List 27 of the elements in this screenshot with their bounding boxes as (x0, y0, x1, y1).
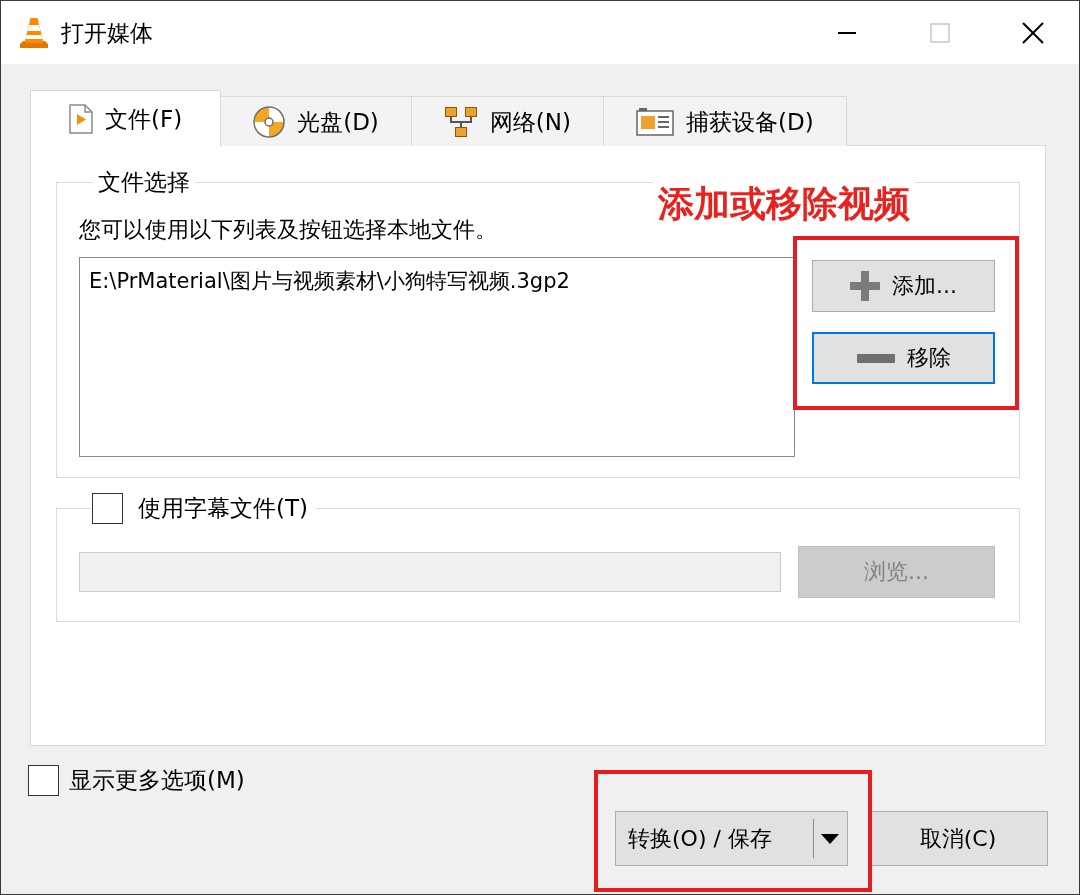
tab[interactable]: 网络(N) (410, 96, 604, 146)
window-title: 打开媒体 (61, 18, 153, 48)
caret-icon (821, 833, 839, 844)
minus-icon (856, 353, 895, 363)
tab[interactable]: 文件(F) (30, 90, 222, 146)
remove-button[interactable]: 移除 (812, 332, 995, 384)
checkbox[interactable] (92, 492, 123, 524)
file-list[interactable]: E:\PrMaterial\图片与视频素材\小狗特写视频.3gp2 (79, 257, 795, 457)
disc-icon (253, 105, 286, 138)
checkbox-label[interactable]: 使用字幕文件(T) (138, 492, 308, 524)
plus-icon (850, 271, 880, 301)
network-icon (443, 105, 478, 138)
file-list-item[interactable]: E:\PrMaterial\图片与视频素材\小狗特写视频.3gp2 (89, 266, 785, 296)
convert-save-button[interactable]: 转换(O) / 保存 (615, 811, 848, 866)
checkbox[interactable] (28, 764, 59, 796)
tab[interactable]: 光盘(D) (220, 96, 412, 146)
file-icon (69, 103, 93, 134)
traffic-cone-icon (19, 16, 49, 49)
add-button[interactable]: 添加... (812, 260, 995, 312)
group-title: 文件选择 (97, 168, 191, 197)
checkbox-label[interactable]: 显示更多选项(M) (69, 764, 245, 796)
minimize-icon (837, 31, 856, 34)
description-text: 您可以使用以下列表及按钮选择本地文件。 (79, 216, 497, 244)
close-icon (1021, 21, 1044, 44)
annotation-text: 添加或移除视频 (653, 182, 915, 226)
capture-card-icon (636, 106, 674, 137)
tab[interactable]: 捕获设备(D) (603, 96, 847, 146)
